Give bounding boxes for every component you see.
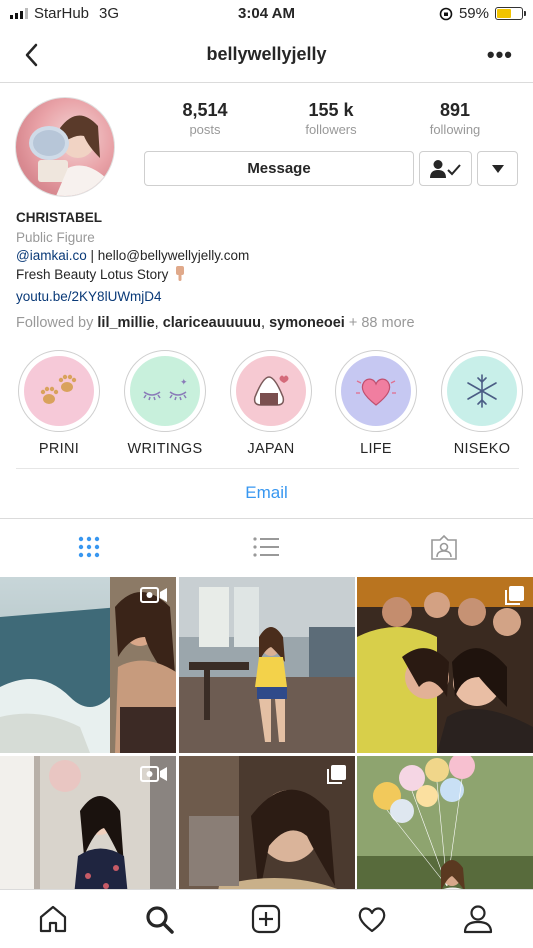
svg-text:✦: ✦ (180, 377, 188, 387)
multi-icon (327, 765, 346, 784)
email-button[interactable]: Email (0, 483, 533, 503)
heart-icon (341, 356, 411, 426)
grid-icon[interactable] (74, 532, 104, 562)
highlight-label: LIFE (360, 441, 392, 457)
onigiri-icon (236, 356, 306, 426)
divider (16, 468, 519, 469)
bio-tagline: Fresh Beauty Lotus Story (16, 266, 169, 282)
suggested-dropdown-button[interactable] (477, 151, 518, 186)
bio-website-link[interactable]: youtu.be/2KY8lUWmjD4 (16, 289, 162, 304)
bio-tagline-line: Fresh Beauty Lotus Story (16, 266, 187, 282)
profile-tabs (0, 520, 533, 575)
highlight-writings[interactable]: ✦ WRITINGS (123, 350, 207, 457)
tagged-icon[interactable] (429, 532, 459, 562)
status-bar: StarHub 3G 3:04 AM 59% (0, 0, 533, 28)
highlight-japan[interactable]: JAPAN (229, 350, 313, 457)
top-nav: bellywellyjelly ••• (0, 28, 533, 83)
post-thumbnail[interactable] (357, 577, 533, 753)
plus-square-icon[interactable] (250, 903, 282, 935)
highlight-label: WRITINGS (127, 441, 203, 457)
battery-icon (495, 7, 526, 20)
home-icon[interactable] (37, 903, 69, 935)
eyes-closed-icon: ✦ (130, 356, 200, 426)
avatar[interactable] (15, 97, 115, 197)
bio-contact: | hello@bellywellyjelly.com (86, 248, 250, 263)
orientation-lock-icon (439, 7, 453, 20)
bio-contact-line: @iamkai.co | hello@bellywellyjelly.com (16, 248, 249, 263)
list-icon[interactable] (251, 532, 281, 562)
camera-icon (140, 766, 167, 782)
highlight-label: NISEKO (453, 441, 511, 457)
following-count[interactable]: 891 following (400, 100, 510, 137)
bottom-tab-bar (0, 889, 533, 948)
pointing-down-emoji-icon (176, 266, 185, 281)
highlight-niseko[interactable]: NISEKO (440, 350, 524, 457)
profile-name: CHRISTABEL (16, 210, 102, 225)
highlight-label: PRINI (38, 441, 80, 457)
paw-icon (24, 356, 94, 426)
multi-icon (505, 586, 524, 605)
profile-category: Public Figure (16, 230, 95, 245)
followed-by[interactable]: Followed by lil_millie, clariceauuuuu, s… (16, 315, 415, 331)
posts-count[interactable]: 8,514 posts (150, 100, 260, 137)
profile-username: bellywellyjelly (206, 44, 327, 64)
battery-percent: 59% (458, 5, 489, 22)
heart-outline-icon[interactable] (356, 903, 388, 935)
highlight-prini[interactable]: PRINI (17, 350, 101, 457)
message-button[interactable]: Message (144, 151, 414, 186)
followers-count[interactable]: 155 k followers (276, 100, 386, 137)
caret-down-icon (491, 164, 504, 173)
divider (0, 518, 533, 519)
following-button[interactable] (419, 151, 472, 186)
post-thumbnail[interactable] (0, 577, 176, 753)
post-thumbnail[interactable] (179, 577, 355, 753)
snowflake-icon (447, 356, 517, 426)
person-check-icon (429, 159, 461, 178)
search-icon[interactable] (143, 903, 175, 935)
mention-link[interactable]: @iamkai.co (16, 248, 87, 263)
highlight-label: JAPAN (247, 441, 295, 457)
camera-icon (140, 587, 167, 603)
ellipsis-icon[interactable]: ••• (487, 42, 513, 68)
highlight-life[interactable]: LIFE (334, 350, 418, 457)
person-icon[interactable] (462, 903, 494, 935)
